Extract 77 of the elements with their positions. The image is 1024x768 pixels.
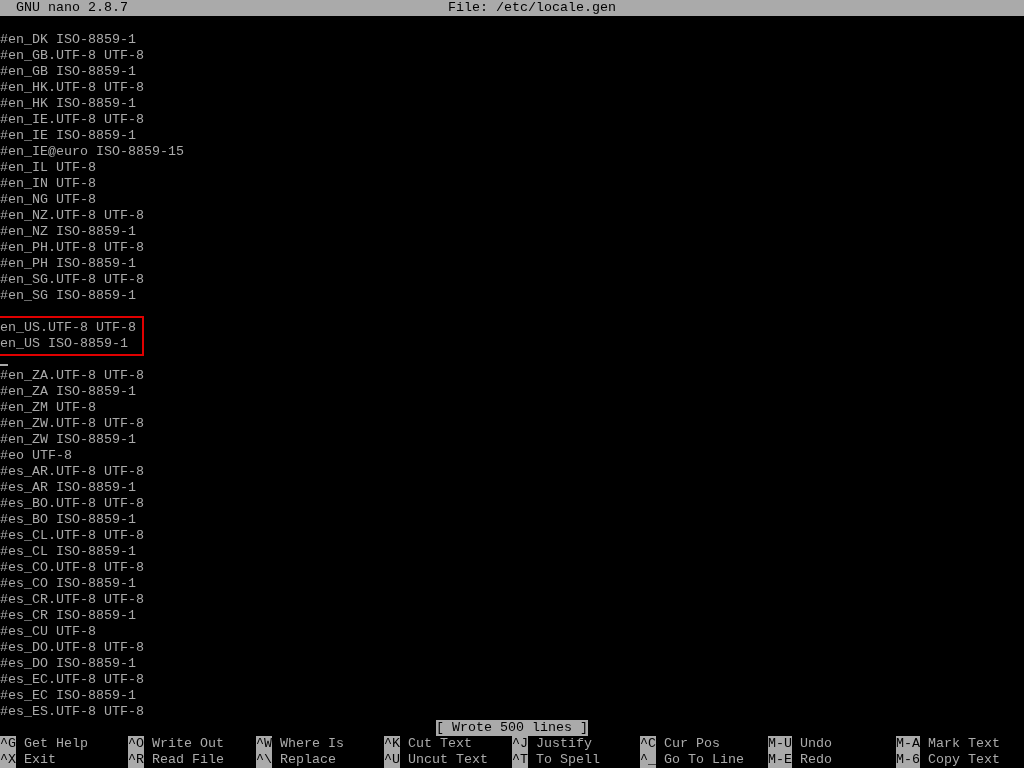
- shortcut-key: M-E: [768, 752, 792, 768]
- file-line: #es_CL ISO-8859-1: [0, 544, 136, 560]
- file-line: #es_DO.UTF-8 UTF-8: [0, 640, 144, 656]
- file-line: #en_GB ISO-8859-1: [0, 64, 136, 80]
- file-line: #es_AR.UTF-8 UTF-8: [0, 464, 144, 480]
- shortcut-key: ^_: [640, 752, 656, 768]
- file-line: #en_DK ISO-8859-1: [0, 32, 136, 48]
- file-line: #en_SG ISO-8859-1: [0, 288, 136, 304]
- shortcut-label: Cut Text: [408, 736, 472, 752]
- file-line: #es_CO ISO-8859-1: [0, 576, 136, 592]
- file-line: #en_ZA.UTF-8 UTF-8: [0, 368, 144, 384]
- file-line: #es_AR ISO-8859-1: [0, 480, 136, 496]
- shortcut-key: ^C: [640, 736, 656, 752]
- shortcut-key: ^G: [0, 736, 16, 752]
- shortcut-key: ^O: [128, 736, 144, 752]
- shortcut-key: ^W: [256, 736, 272, 752]
- shortcut-label: Uncut Text: [408, 752, 488, 768]
- file-line: #en_IE@euro ISO-8859-15: [0, 144, 184, 160]
- file-line: #en_NZ ISO-8859-1: [0, 224, 136, 240]
- shortcut-key: M-U: [768, 736, 792, 752]
- file-line: #es_CO.UTF-8 UTF-8: [0, 560, 144, 576]
- shortcut-label: Get Help: [24, 736, 88, 752]
- text-cursor: [0, 364, 8, 366]
- shortcut-label: Copy Text: [928, 752, 1000, 768]
- file-line: #es_EC.UTF-8 UTF-8: [0, 672, 144, 688]
- app-version: GNU nano 2.8.7: [16, 0, 128, 16]
- file-line: #eo UTF-8: [0, 448, 72, 464]
- file-line: #en_SG.UTF-8 UTF-8: [0, 272, 144, 288]
- file-line: #es_EC ISO-8859-1: [0, 688, 136, 704]
- shortcut-label: Where Is: [280, 736, 344, 752]
- shortcut-key: ^J: [512, 736, 528, 752]
- shortcut-label: Write Out: [152, 736, 224, 752]
- file-line: #en_IL UTF-8: [0, 160, 96, 176]
- shortcut-label: Mark Text: [928, 736, 1000, 752]
- file-line: #en_PH.UTF-8 UTF-8: [0, 240, 144, 256]
- file-line: #es_CL.UTF-8 UTF-8: [0, 528, 144, 544]
- shortcut-key: ^X: [0, 752, 16, 768]
- shortcut-key: M-A: [896, 736, 920, 752]
- shortcut-label: Cur Pos: [664, 736, 720, 752]
- file-line: #es_BO ISO-8859-1: [0, 512, 136, 528]
- shortcut-label: Exit: [24, 752, 56, 768]
- file-line: en_US.UTF-8 UTF-8: [0, 320, 136, 336]
- shortcut-label: Redo: [800, 752, 832, 768]
- shortcut-key: ^K: [384, 736, 400, 752]
- shortcut-label: Undo: [800, 736, 832, 752]
- file-line: #en_ZW.UTF-8 UTF-8: [0, 416, 144, 432]
- file-line: #en_IE.UTF-8 UTF-8: [0, 112, 144, 128]
- shortcut-label: Go To Line: [664, 752, 744, 768]
- file-line: #en_HK ISO-8859-1: [0, 96, 136, 112]
- file-line: #es_CR.UTF-8 UTF-8: [0, 592, 144, 608]
- file-line: #en_ZM UTF-8: [0, 400, 96, 416]
- file-line: #en_PH ISO-8859-1: [0, 256, 136, 272]
- file-line: #es_BO.UTF-8 UTF-8: [0, 496, 144, 512]
- shortcut-label: To Spell: [536, 752, 600, 768]
- file-line: #en_IE ISO-8859-1: [0, 128, 136, 144]
- status-message: [ Wrote 500 lines ]: [436, 720, 588, 736]
- file-line: #en_NG UTF-8: [0, 192, 96, 208]
- shortcut-key: M-6: [896, 752, 920, 768]
- file-line: #en_NZ.UTF-8 UTF-8: [0, 208, 144, 224]
- shortcut-key: ^R: [128, 752, 144, 768]
- file-line: #es_CU UTF-8: [0, 624, 96, 640]
- file-line: #es_CR ISO-8859-1: [0, 608, 136, 624]
- file-line: #es_DO ISO-8859-1: [0, 656, 136, 672]
- shortcut-key: ^\: [256, 752, 272, 768]
- file-name: File: /etc/locale.gen: [448, 0, 616, 16]
- shortcut-key: ^U: [384, 752, 400, 768]
- file-line: #en_HK.UTF-8 UTF-8: [0, 80, 144, 96]
- file-line: en_US ISO-8859-1: [0, 336, 128, 352]
- file-line: #en_IN UTF-8: [0, 176, 96, 192]
- file-line: #en_GB.UTF-8 UTF-8: [0, 48, 144, 64]
- shortcut-key: ^T: [512, 752, 528, 768]
- file-line: #es_ES.UTF-8 UTF-8: [0, 704, 144, 720]
- file-line: #en_ZA ISO-8859-1: [0, 384, 136, 400]
- shortcut-label: Replace: [280, 752, 336, 768]
- file-line: #en_ZW ISO-8859-1: [0, 432, 136, 448]
- shortcut-label: Justify: [536, 736, 592, 752]
- shortcut-label: Read File: [152, 752, 224, 768]
